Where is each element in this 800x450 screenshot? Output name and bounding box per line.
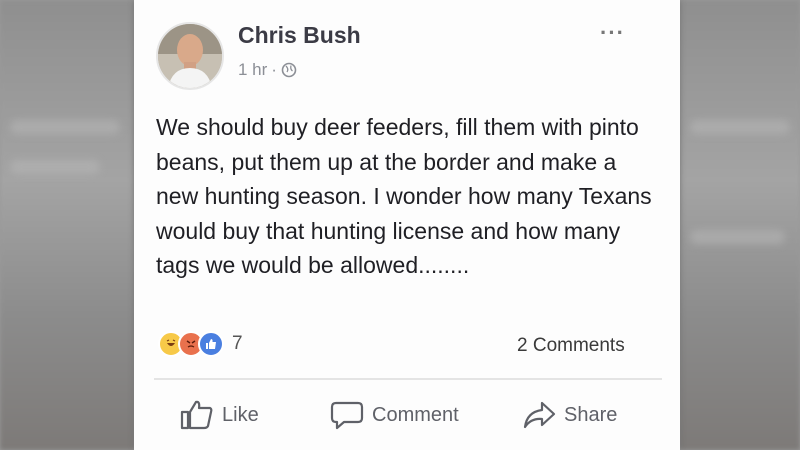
blurred-text-left xyxy=(10,120,120,134)
like-button[interactable]: Like xyxy=(180,400,259,430)
author-name[interactable]: Chris Bush xyxy=(238,22,361,49)
reactions-summary[interactable]: 7 xyxy=(158,331,243,357)
thumbs-up-icon xyxy=(180,400,214,430)
comments-count-link[interactable]: 2 Comments xyxy=(517,335,625,357)
action-divider xyxy=(154,378,662,380)
comment-button[interactable]: Comment xyxy=(330,400,459,430)
more-options-button[interactable]: ··· xyxy=(600,20,625,46)
share-button[interactable]: Share xyxy=(522,400,617,430)
comment-label: Comment xyxy=(372,403,459,426)
like-reaction-icon xyxy=(198,331,224,357)
avatar[interactable] xyxy=(156,22,224,90)
meta-separator: · xyxy=(271,60,277,79)
blurred-text-right xyxy=(690,120,790,134)
blurred-text-left xyxy=(10,160,100,174)
like-label: Like xyxy=(222,403,259,426)
share-arrow-icon xyxy=(522,400,556,430)
post-text: We should buy deer feeders, fill them wi… xyxy=(156,114,652,278)
blurred-background-right xyxy=(680,0,800,450)
blurred-text-right xyxy=(690,230,785,244)
profile-photo xyxy=(158,24,222,88)
share-label: Share xyxy=(564,403,618,426)
comment-bubble-icon xyxy=(330,400,364,430)
blurred-background-left xyxy=(0,0,134,450)
post-meta: 1 hr · xyxy=(238,60,297,80)
post-card: Chris Bush 1 hr · ··· We should buy deer… xyxy=(134,0,680,450)
globe-icon xyxy=(281,62,297,78)
reaction-count: 7 xyxy=(232,333,243,354)
timestamp[interactable]: 1 hr xyxy=(238,60,267,80)
